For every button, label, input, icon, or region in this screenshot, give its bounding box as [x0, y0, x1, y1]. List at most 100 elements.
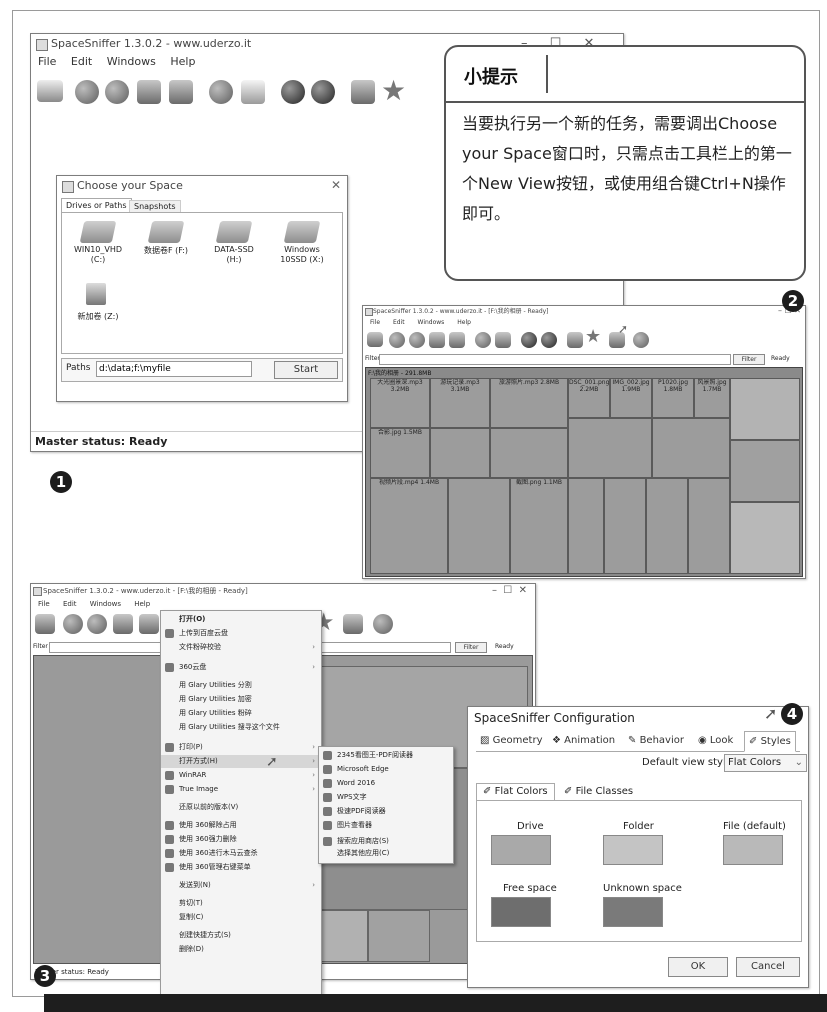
folder-up-icon[interactable]	[429, 332, 445, 348]
refresh-icon[interactable]	[475, 332, 491, 348]
treemap-cell[interactable]: 旅游照片.mp3 2.8MB	[490, 378, 568, 428]
treemap-cell[interactable]: 风景照.jpg 1.7MB	[694, 378, 730, 418]
menu-item[interactable]: 用 Glary Utilities 粉碎	[161, 707, 321, 720]
treemap-cell[interactable]	[688, 478, 730, 574]
treemap-cell[interactable]	[652, 418, 730, 478]
menu-item[interactable]: 打印(P) ›	[161, 741, 321, 754]
subtab-flat-colors[interactable]: ✐ Flat Colors	[476, 783, 555, 801]
network-icon[interactable]	[351, 80, 375, 104]
home-icon[interactable]	[449, 332, 465, 348]
folder-color-swatch[interactable]	[603, 835, 663, 865]
menu-file[interactable]: File	[38, 55, 56, 68]
tab-styles[interactable]: ✐ Styles	[744, 731, 796, 752]
menu-edit[interactable]: Edit	[71, 55, 92, 68]
filter-input[interactable]	[379, 354, 731, 365]
treemap-cell[interactable]	[568, 418, 652, 478]
settings-icon[interactable]	[373, 614, 393, 634]
home-icon[interactable]	[139, 614, 159, 634]
menu-windows[interactable]: Windows	[90, 600, 121, 608]
star-icon[interactable]: ★	[585, 326, 601, 347]
close-icon[interactable]: ✕	[331, 178, 341, 192]
zoom-in-icon[interactable]	[281, 80, 305, 104]
menu-windows[interactable]: Windows	[418, 319, 445, 326]
help-icon[interactable]	[343, 614, 363, 634]
free-space-color-swatch[interactable]	[491, 897, 551, 927]
tab-geometry[interactable]: ▨ Geometry	[480, 731, 543, 751]
treemap-cell[interactable]	[730, 502, 800, 574]
menu-item[interactable]: 删除(D)	[161, 943, 321, 956]
menu-item[interactable]: 使用 360进行木马云查杀	[161, 847, 321, 860]
submenu-item[interactable]: 2345看图王-PDF阅读器	[319, 749, 453, 762]
drive-item[interactable]: 数据卷F (F:)	[134, 221, 198, 273]
zoom-out-icon[interactable]	[541, 332, 557, 348]
file-color-swatch[interactable]	[723, 835, 783, 865]
zoom-out-icon[interactable]	[311, 80, 335, 104]
refresh-view-icon[interactable]	[495, 332, 511, 348]
submenu-item[interactable]: 选择其他应用(C)	[319, 847, 453, 860]
menu-item[interactable]: 还原以前的版本(V)	[161, 801, 321, 814]
tab-look[interactable]: ◉ Look	[698, 731, 733, 751]
back-icon[interactable]	[63, 614, 83, 634]
ok-button[interactable]: OK	[668, 957, 728, 977]
drive-item[interactable]: 新加卷 (Z:)	[66, 283, 130, 335]
submenu-item[interactable]: WPS文字	[319, 791, 453, 804]
submenu-item[interactable]: 图片查看器	[319, 819, 453, 832]
home-icon[interactable]	[169, 80, 193, 104]
menu-help[interactable]: Help	[457, 319, 471, 326]
menu-item[interactable]: 使用 360管理右键菜单	[161, 861, 321, 874]
network-icon[interactable]	[567, 332, 583, 348]
tab-behavior[interactable]: ✎ Behavior	[628, 731, 684, 751]
drive-item[interactable]: Windows 10SSD (X:)	[270, 221, 334, 273]
forward-icon[interactable]	[87, 614, 107, 634]
menu-item[interactable]: 用 Glary Utilities 分割	[161, 679, 321, 692]
zoom-in-icon[interactable]	[521, 332, 537, 348]
menu-help[interactable]: Help	[134, 600, 150, 608]
menu-item[interactable]: 360云盘 ›	[161, 661, 321, 674]
treemap-cell[interactable]: IMG_002.jpg 1.9MB	[610, 378, 652, 418]
menu-edit[interactable]: Edit	[393, 319, 405, 326]
paths-input[interactable]	[96, 361, 252, 377]
tab-animation[interactable]: ❖ Animation	[552, 731, 615, 751]
submenu-item[interactable]: Microsoft Edge	[319, 763, 453, 776]
menu-item[interactable]: 打开(O)	[161, 613, 321, 626]
treemap-cell[interactable]	[646, 478, 688, 574]
menu-item[interactable]: 文件粉碎校验 ›	[161, 641, 321, 654]
treemap-cell[interactable]: 游玩记录.mp3 3.1MB	[430, 378, 490, 428]
subtab-file-classes[interactable]: ✐ File Classes	[558, 785, 639, 799]
start-button[interactable]: Start	[274, 361, 338, 379]
menu-item[interactable]: 发送到(N) ›	[161, 879, 321, 892]
drive-item[interactable]: WIN10_VHD (C:)	[66, 221, 130, 273]
back-icon[interactable]	[75, 80, 99, 104]
menu-item[interactable]: 使用 360强力删除	[161, 833, 321, 846]
star-icon[interactable]: ★	[381, 74, 406, 107]
default-view-select[interactable]: Flat Colors ⌄	[724, 754, 807, 772]
new-view-icon[interactable]	[35, 614, 55, 634]
menu-windows[interactable]: Windows	[107, 55, 156, 68]
back-icon[interactable]	[389, 332, 405, 348]
treemap-cell[interactable]	[568, 478, 604, 574]
menu-help[interactable]: Help	[170, 55, 195, 68]
menu-edit[interactable]: Edit	[63, 600, 77, 608]
menu-item-open-with[interactable]: 打开方式(H) ›	[161, 755, 321, 768]
treemap-cell[interactable]	[490, 428, 568, 478]
refresh-view-icon[interactable]	[241, 80, 265, 104]
treemap-cell[interactable]	[604, 478, 646, 574]
menu-file[interactable]: File	[38, 600, 50, 608]
submenu-item[interactable]: 极速PDF阅读器	[319, 805, 453, 818]
treemap-cell[interactable]: 截图.png 1.1MB	[510, 478, 568, 574]
treemap-cell[interactable]	[730, 440, 800, 502]
treemap-cell[interactable]	[430, 428, 490, 478]
menu-item[interactable]: 用 Glary Utilities 加密	[161, 693, 321, 706]
treemap-cell[interactable]: 视频片段.mp4 1.4MB	[370, 478, 448, 574]
refresh-icon[interactable]	[209, 80, 233, 104]
filter-button[interactable]: Filter	[733, 354, 765, 365]
menu-item[interactable]: 创建快捷方式(S)	[161, 929, 321, 942]
menu-item[interactable]: WinRAR ›	[161, 769, 321, 782]
treemap-cell[interactable]	[730, 378, 800, 440]
menu-file[interactable]: File	[370, 319, 380, 326]
forward-icon[interactable]	[409, 332, 425, 348]
settings-icon[interactable]	[633, 332, 649, 348]
cancel-button[interactable]: Cancel	[736, 957, 800, 977]
treemap-cell[interactable]	[368, 910, 430, 962]
new-view-icon[interactable]	[37, 80, 63, 102]
